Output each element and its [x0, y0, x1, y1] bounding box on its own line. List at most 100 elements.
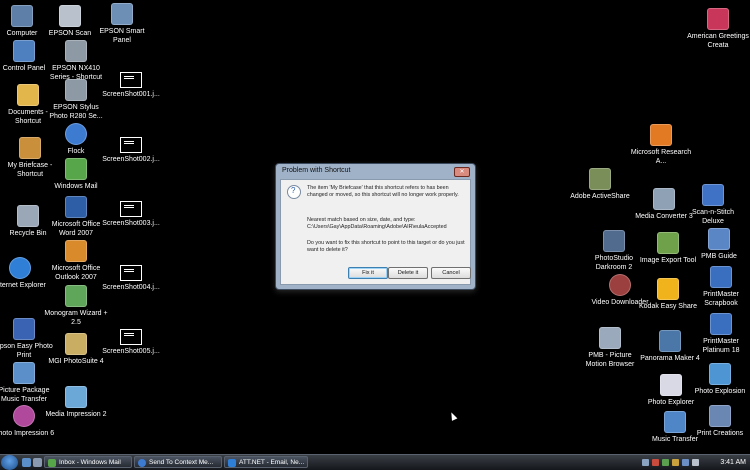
word-icon	[65, 196, 87, 218]
desktop-icon-label: PMB - Picture Motion Browser	[585, 352, 635, 368]
taskbar-item-att-net[interactable]: ATT.NET - Email, Ne...	[224, 456, 308, 468]
activeshare-icon	[589, 168, 611, 190]
mail-icon	[48, 459, 56, 467]
start-button[interactable]	[1, 455, 18, 470]
desktop-icon-pmb-guide[interactable]: PMB Guide	[687, 228, 750, 262]
desktop-icon-label: PrintMaster Scrapbook	[703, 291, 739, 307]
desktop-icon-label: Print Creations	[696, 430, 744, 437]
desktop-icon-label: Windows Mail	[54, 183, 98, 190]
media-impression-icon	[65, 386, 87, 408]
flock-icon	[65, 123, 87, 145]
briefcase-icon	[19, 137, 41, 159]
desktop-icon-media-impression[interactable]: Media Impression 2	[44, 386, 108, 420]
image-file-icon	[120, 201, 142, 217]
desktop-icon-label: ScreenShot001.j...	[102, 91, 160, 98]
nearest-match-label: Nearest match based on size, date, and t…	[307, 217, 416, 223]
network-icon[interactable]	[682, 459, 689, 466]
photo-impression-icon	[13, 405, 35, 427]
desktop-icon-label: PMB Guide	[701, 253, 737, 260]
scan-n-stitch-icon	[702, 184, 724, 206]
taskbar-item-send-to[interactable]: Send To Context Me...	[134, 456, 222, 468]
desktop-icon-screenshot005[interactable]: ScreenShot005.j...	[99, 329, 163, 357]
desktop-icon-label: ScreenShot004.j...	[102, 284, 160, 291]
desktop-icon-print-creations[interactable]: Print Creations	[688, 405, 750, 439]
printer-icon	[65, 40, 87, 62]
desktop-icon-screenshot004[interactable]: ScreenShot004.j...	[99, 265, 163, 293]
panorama-icon	[659, 330, 681, 352]
photo-print-icon	[13, 318, 35, 340]
nearest-match-path: C:\Users\Gay\AppData\Roaming\Adobe\AIR\e…	[307, 224, 447, 230]
mail-icon	[65, 158, 87, 180]
shortcut-warning-icon	[287, 185, 301, 199]
delete-it-button[interactable]: Delete it	[388, 267, 428, 279]
folder-icon	[17, 84, 39, 106]
desktop-icon-pmb-picture-motion[interactable]: PMB - Picture Motion Browser	[578, 327, 642, 369]
image-file-icon	[120, 329, 142, 345]
quick-launch-switch-windows-icon[interactable]	[33, 458, 42, 467]
desktop-icon-label: Microsoft Research A...	[630, 149, 692, 165]
problem-with-shortcut-dialog: Problem with Shortcut ✕ The item 'My Bri…	[275, 163, 476, 290]
desktop-icon-label: Photo Explosion	[694, 388, 746, 395]
control-panel-icon	[13, 40, 35, 62]
dialog-title-bar[interactable]: Problem with Shortcut ✕	[276, 164, 475, 178]
tray-icon[interactable]	[672, 459, 679, 466]
tray-icon[interactable]	[652, 459, 659, 466]
desktop-icon-label: Monogram Wizard + 2.5	[44, 310, 108, 326]
taskbar: Inbox - Windows Mail Send To Context Me.…	[0, 454, 750, 470]
desktop-icon-epson-smart-panel[interactable]: EPSON Smart Panel	[90, 3, 154, 45]
close-button[interactable]: ✕	[454, 167, 470, 177]
clock[interactable]: 3:41 AM	[720, 455, 746, 470]
dialog-title: Problem with Shortcut	[282, 167, 351, 174]
browser-icon	[138, 459, 146, 467]
desktop-icon-screenshot003[interactable]: ScreenShot003.j...	[99, 201, 163, 229]
dialog-question: Do you want to fix this shortcut to poin…	[307, 240, 465, 253]
desktop-icon-panorama-maker[interactable]: Panorama Maker 4	[638, 330, 702, 364]
desktop-icon-label: American Greetings Creata	[687, 33, 749, 49]
desktop-icon-label: MGI PhotoSuite 4	[48, 358, 104, 365]
taskbar-item-label: Send To Context Me...	[149, 459, 214, 466]
desktop-icon-scan-n-stitch[interactable]: Scan-n-Stitch Deluxe	[681, 184, 745, 226]
microsoft-research-icon	[650, 124, 672, 146]
system-tray: 3:41 AM	[640, 455, 750, 470]
printmaster-icon	[710, 313, 732, 335]
desktop: Computer Control Panel Documents - Short…	[0, 0, 750, 454]
desktop-icon-label: EPSON Stylus Photo R280 Se...	[49, 104, 103, 120]
photosuite-icon	[65, 333, 87, 355]
kodak-icon	[657, 278, 679, 300]
tray-icon[interactable]	[642, 459, 649, 466]
desktop-icon-adobe-activeshare[interactable]: Adobe ActiveShare	[568, 168, 632, 202]
fix-it-button[interactable]: Fix it	[348, 267, 388, 279]
desktop-icon-label: Adobe ActiveShare	[570, 193, 630, 200]
desktop-icon-microsoft-research[interactable]: Microsoft Research A...	[629, 124, 693, 166]
taskbar-item-windows-mail[interactable]: Inbox - Windows Mail	[44, 456, 132, 468]
desktop-icon-photo-explosion[interactable]: Photo Explosion	[688, 363, 750, 397]
volume-icon[interactable]	[692, 459, 699, 466]
video-downloader-icon	[609, 274, 631, 296]
dialog-message: The item 'My Briefcase' that this shortc…	[307, 185, 459, 198]
tray-icon[interactable]	[662, 459, 669, 466]
taskbar-item-label: Inbox - Windows Mail	[59, 459, 121, 466]
desktop-icon-screenshot001[interactable]: ScreenShot001.j...	[99, 72, 163, 100]
mouse-cursor	[448, 411, 458, 421]
desktop-icon-label: Photo Impression 6	[0, 430, 55, 437]
desktop-icon-printmaster-scrapbook[interactable]: PrintMaster Scrapbook	[689, 266, 750, 308]
photo-explorer-icon	[660, 374, 682, 396]
desktop-icon-label: Media Impression 2	[45, 411, 107, 418]
printer-icon	[65, 79, 87, 101]
image-file-icon	[120, 137, 142, 153]
taskbar-item-label: ATT.NET - Email, Ne...	[239, 459, 305, 466]
desktop-icon-label: Scan-n-Stitch Deluxe	[691, 209, 735, 225]
recycle-bin-icon	[17, 205, 39, 227]
scanner-icon	[59, 5, 81, 27]
media-converter-icon	[653, 188, 675, 210]
picture-package-icon	[13, 362, 35, 384]
desktop-icon-screenshot002[interactable]: ScreenShot002.j...	[99, 137, 163, 165]
outlook-icon	[65, 240, 87, 262]
monogram-icon	[65, 285, 87, 307]
quick-launch-show-desktop-icon[interactable]	[22, 458, 31, 467]
desktop-icon-american-greetings[interactable]: American Greetings Creata	[686, 8, 750, 50]
cancel-button[interactable]: Cancel	[431, 267, 471, 279]
desktop-icon-label: EPSON Smart Panel	[99, 28, 145, 44]
printmaster-icon	[710, 266, 732, 288]
music-transfer-icon	[664, 411, 686, 433]
